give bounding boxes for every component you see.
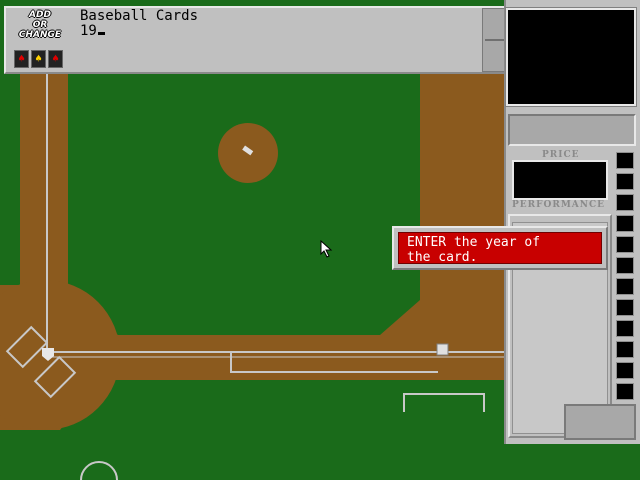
performance-led — [616, 194, 634, 211]
card-entry-header: ADD OR CHANGE ♠ ♠ ♠ Baseball Cards 19 — [4, 6, 508, 74]
page-title: Baseball Cards — [80, 8, 199, 24]
performance-led — [616, 383, 634, 400]
prompt-line-2: the card. — [407, 250, 478, 265]
performance-led — [616, 152, 634, 169]
logo-line-3: CHANGE — [18, 30, 62, 40]
year-input[interactable]: 19 — [80, 23, 105, 39]
performance-led — [616, 299, 634, 316]
logo-text: ADD OR CHANGE — [12, 10, 68, 40]
logo-icon-row: ♠ ♠ ♠ — [14, 50, 66, 68]
price-label: PRICE — [542, 150, 580, 160]
performance-led — [616, 215, 634, 232]
logo-line-2: OR — [32, 20, 48, 30]
performance-label: PERFORMANCE — [512, 200, 606, 210]
prompt-message: ENTER the year of the card. — [398, 232, 602, 265]
card-image-display — [505, 7, 637, 107]
price-display — [512, 160, 608, 200]
performance-led — [616, 320, 634, 337]
performance-led — [616, 341, 634, 358]
add-or-change-logo[interactable]: ADD OR CHANGE ♠ ♠ ♠ — [12, 10, 68, 72]
prompt-line-1: ENTER the year of — [407, 235, 541, 250]
performance-led — [616, 278, 634, 295]
card-red-icon: ♠ — [48, 50, 63, 68]
performance-led — [616, 236, 634, 253]
logo-line-1: ADD — [29, 10, 51, 20]
mouse-pointer-icon — [320, 240, 333, 258]
name-plate — [508, 114, 636, 146]
prompt-dialog: ENTER the year of the card. — [392, 226, 608, 270]
card-yellow-icon: ♠ — [31, 50, 46, 68]
performance-led — [616, 362, 634, 379]
year-input-value: 19 — [80, 23, 97, 39]
card-red-icon: ♠ — [14, 50, 29, 68]
panel-corner-button[interactable] — [564, 404, 636, 440]
text-cursor — [97, 32, 105, 35]
performance-led — [616, 257, 634, 274]
performance-led — [616, 173, 634, 190]
